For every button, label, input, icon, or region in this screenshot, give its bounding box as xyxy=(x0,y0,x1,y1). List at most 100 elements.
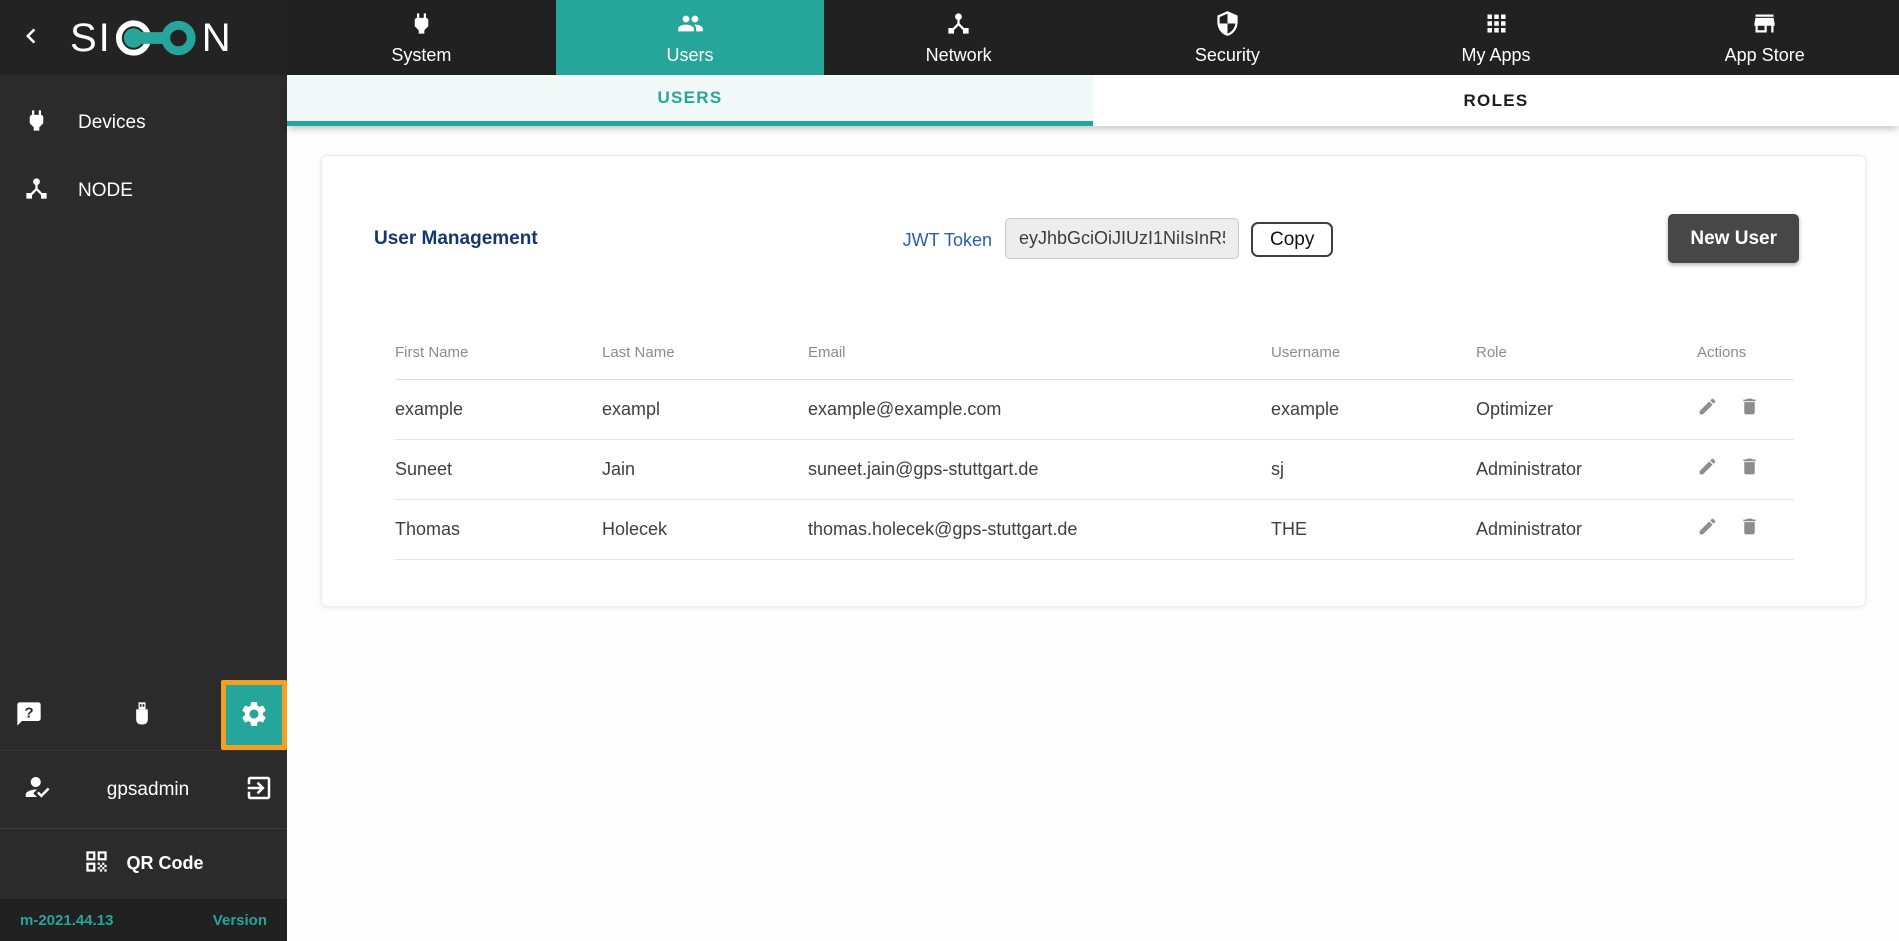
sidebar-toolbar: ? xyxy=(0,680,287,750)
tab-label: Network xyxy=(926,45,992,66)
svg-text:?: ? xyxy=(24,704,33,721)
trash-icon xyxy=(1739,525,1760,540)
cell-actions xyxy=(1697,439,1794,499)
sidebar: SI N Devices NODE xyxy=(0,0,287,941)
app-root: SI N Devices NODE xyxy=(0,0,1899,941)
col-header-first-name: First Name xyxy=(395,326,602,379)
cell-role: Administrator xyxy=(1476,439,1697,499)
qr-code-button[interactable]: QR Code xyxy=(0,828,287,898)
table-row: Thomas Holecek thomas.holecek@gps-stuttg… xyxy=(395,499,1794,559)
cell-email: example@example.com xyxy=(808,379,1271,439)
sidebar-spacer xyxy=(0,225,287,680)
device-hub-icon xyxy=(945,10,972,40)
tab-network[interactable]: Network xyxy=(824,0,1093,75)
tab-app-store[interactable]: App Store xyxy=(1630,0,1899,75)
logout-button[interactable] xyxy=(244,773,274,806)
chevron-left-icon xyxy=(16,21,46,54)
people-icon xyxy=(677,10,704,40)
copy-button[interactable]: Copy xyxy=(1251,222,1333,257)
tab-system[interactable]: System xyxy=(287,0,556,75)
col-header-actions: Actions xyxy=(1697,326,1794,379)
table-header-row: First Name Last Name Email Username Role… xyxy=(395,326,1794,379)
edit-user-button[interactable] xyxy=(1697,516,1718,540)
cell-role: Administrator xyxy=(1476,499,1697,559)
edit-pencil-icon xyxy=(1697,465,1718,480)
col-header-last-name: Last Name xyxy=(602,326,808,379)
user-management-card: User Management JWT Token Copy New User … xyxy=(321,155,1866,607)
version-row: m-2021.44.13 Version xyxy=(0,898,287,941)
delete-user-button[interactable] xyxy=(1739,516,1760,540)
cell-username: sj xyxy=(1271,439,1476,499)
tab-security[interactable]: Security xyxy=(1093,0,1362,75)
shield-icon xyxy=(1214,10,1241,40)
help-bubble-icon: ? xyxy=(15,700,43,731)
cell-role: Optimizer xyxy=(1476,379,1697,439)
logo-row: SI N xyxy=(0,0,287,75)
cell-first-name: Suneet xyxy=(395,439,602,499)
gear-icon xyxy=(239,699,269,732)
sicon-chain-link-icon xyxy=(114,17,200,59)
logout-icon xyxy=(244,791,274,806)
edit-user-button[interactable] xyxy=(1697,456,1718,480)
storefront-icon xyxy=(1751,10,1778,40)
jwt-token-label: JWT Token xyxy=(822,230,992,251)
subtab-users[interactable]: USERS xyxy=(287,75,1093,126)
cell-username: example xyxy=(1271,379,1476,439)
col-header-email: Email xyxy=(808,326,1271,379)
tab-label: App Store xyxy=(1725,45,1805,66)
subtab-roles[interactable]: ROLES xyxy=(1093,75,1899,126)
cell-username: THE xyxy=(1271,499,1476,559)
edit-pencil-icon xyxy=(1697,525,1718,540)
tab-label: Security xyxy=(1195,45,1260,66)
users-table: First Name Last Name Email Username Role… xyxy=(395,326,1794,560)
delete-user-button[interactable] xyxy=(1739,456,1760,480)
sub-tabs: USERS ROLES xyxy=(287,75,1899,126)
qr-code-icon xyxy=(83,848,110,880)
sidebar-item-label: Devices xyxy=(78,112,146,134)
tab-label: My Apps xyxy=(1462,45,1531,66)
cell-email: suneet.jain@gps-stuttgart.de xyxy=(808,439,1271,499)
tab-users[interactable]: Users xyxy=(556,0,825,75)
sidebar-item-label: NODE xyxy=(78,180,133,202)
version-value: m-2021.44.13 xyxy=(20,912,113,929)
users-table-wrap: First Name Last Name Email Username Role… xyxy=(395,326,1792,560)
sidebar-item-devices[interactable]: Devices xyxy=(0,89,287,157)
page-title: User Management xyxy=(374,228,538,250)
sidebar-collapse-button[interactable] xyxy=(14,21,48,55)
edit-pencil-icon xyxy=(1697,405,1718,420)
top-navigation: System Users Network Security xyxy=(287,0,1899,75)
cell-first-name: Thomas xyxy=(395,499,602,559)
settings-button[interactable] xyxy=(221,680,287,750)
power-plug-icon xyxy=(23,107,50,139)
new-user-button[interactable]: New User xyxy=(1668,214,1799,263)
sidebar-item-node[interactable]: NODE xyxy=(0,157,287,225)
cell-last-name: Holecek xyxy=(602,499,808,559)
trash-icon xyxy=(1739,405,1760,420)
usb-button[interactable] xyxy=(128,700,156,731)
edit-user-button[interactable] xyxy=(1697,396,1718,420)
version-label: Version xyxy=(213,912,267,929)
tab-label: System xyxy=(391,45,451,66)
cell-last-name: Jain xyxy=(602,439,808,499)
cell-last-name: exampl xyxy=(602,379,808,439)
sidebar-nav: Devices NODE xyxy=(0,89,287,225)
logo-text-suffix: N xyxy=(202,18,233,58)
person-check-icon xyxy=(22,772,52,807)
cell-email: thomas.holecek@gps-stuttgart.de xyxy=(808,499,1271,559)
main-panel: User Management JWT Token Copy New User … xyxy=(287,126,1899,941)
table-row: Suneet Jain suneet.jain@gps-stuttgart.de… xyxy=(395,439,1794,499)
device-hub-icon xyxy=(23,175,50,207)
delete-user-button[interactable] xyxy=(1739,396,1760,420)
cell-actions xyxy=(1697,499,1794,559)
account-row: gpsadmin xyxy=(0,750,287,828)
apps-grid-icon xyxy=(1483,10,1510,40)
qr-code-label: QR Code xyxy=(126,853,203,874)
help-button[interactable]: ? xyxy=(15,700,43,731)
jwt-token-field[interactable] xyxy=(1005,218,1239,259)
tab-my-apps[interactable]: My Apps xyxy=(1362,0,1631,75)
trash-icon xyxy=(1739,465,1760,480)
col-header-role: Role xyxy=(1476,326,1697,379)
cell-actions xyxy=(1697,379,1794,439)
col-header-username: Username xyxy=(1271,326,1476,379)
username-label: gpsadmin xyxy=(52,779,244,801)
